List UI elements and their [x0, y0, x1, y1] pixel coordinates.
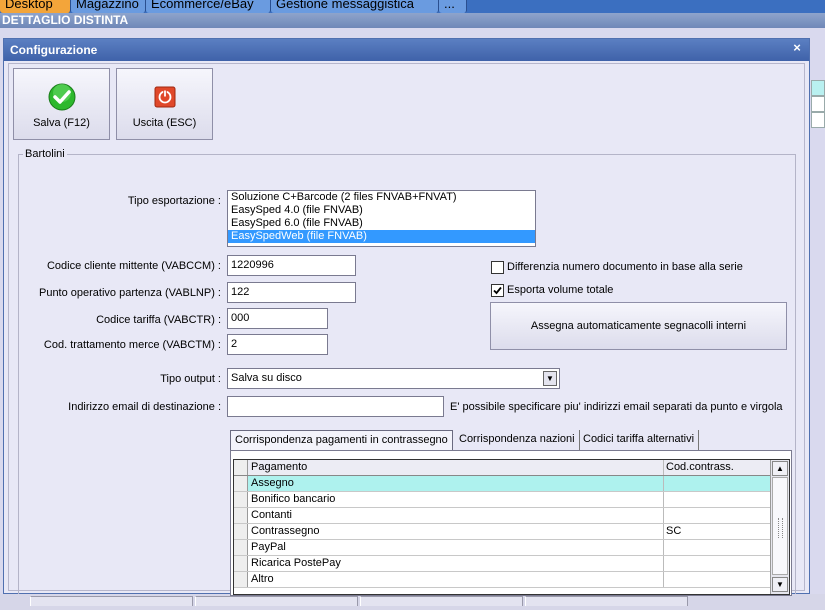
- table-cell[interactable]: [664, 476, 770, 491]
- scroll-up-icon[interactable]: ▲: [772, 461, 788, 476]
- background-cell: [811, 80, 825, 96]
- dialog-title: Configurazione: [10, 43, 98, 57]
- table-row[interactable]: Altro: [234, 572, 770, 588]
- table-cell[interactable]: Contrassegno: [249, 524, 664, 539]
- background-cell: [811, 96, 825, 112]
- table-cell[interactable]: PayPal: [249, 540, 664, 555]
- pagamenti-panel: Pagamento Cod.contrass. Assegno Bonifico…: [230, 450, 792, 596]
- tab-pagamenti-contrassegno[interactable]: Corrispondenza pagamenti in contrassegno: [230, 430, 453, 451]
- list-item[interactable]: Soluzione C+Barcode (2 files FNVAB+FNVAT…: [228, 191, 535, 204]
- table-cell[interactable]: Altro: [249, 572, 664, 587]
- list-item[interactable]: EasySped 6.0 (file FNVAB): [228, 217, 535, 230]
- email-field[interactable]: [227, 396, 444, 417]
- configurazione-dialog: Configurazione × Salva (F12) Uscita (ESC…: [3, 38, 810, 596]
- table-cell[interactable]: Assegno: [249, 476, 664, 491]
- table-cell[interactable]: [664, 508, 770, 523]
- cod-trattamento-field[interactable]: 2: [227, 334, 328, 355]
- assegna-segnacolli-button[interactable]: Assegna automaticamente segnacolli inter…: [490, 302, 787, 350]
- table-row[interactable]: PayPal: [234, 540, 770, 556]
- row-selector[interactable]: [234, 572, 248, 587]
- scroll-down-icon[interactable]: ▼: [772, 577, 788, 592]
- save-button[interactable]: Salva (F12): [13, 68, 110, 140]
- esporta-volume-checkbox[interactable]: [491, 284, 504, 297]
- scroll-thumb[interactable]: [772, 477, 788, 575]
- background-grid-fragment: [811, 80, 825, 128]
- background-footer-cell: [525, 596, 688, 606]
- group-label: Bartolini: [23, 148, 67, 160]
- table-cell[interactable]: Bonifico bancario: [249, 492, 664, 507]
- power-icon: [154, 86, 176, 108]
- codice-cliente-field[interactable]: 1220996: [227, 255, 356, 276]
- table-row[interactable]: Contanti: [234, 508, 770, 524]
- codice-cliente-label: Codice cliente mittente (VABCCM) :: [46, 260, 221, 272]
- differenzia-label: Differenzia numero documento in base all…: [507, 261, 743, 273]
- tab-codici-tariffa[interactable]: Codici tariffa alternativi: [579, 430, 700, 450]
- pagamenti-grid: Pagamento Cod.contrass. Assegno Bonifico…: [233, 459, 790, 595]
- tipo-esportazione-label: Tipo esportazione :: [127, 195, 221, 207]
- email-label: Indirizzo email di destinazione :: [68, 401, 221, 413]
- table-cell[interactable]: SC: [664, 524, 770, 539]
- exit-button[interactable]: Uscita (ESC): [116, 68, 213, 140]
- row-selector[interactable]: [234, 524, 248, 539]
- codice-tariffa-field[interactable]: 000: [227, 308, 328, 329]
- save-button-label: Salva (F12): [33, 117, 90, 129]
- table-cell[interactable]: [664, 556, 770, 571]
- app-tab-desktop[interactable]: Desktop: [0, 0, 71, 13]
- app-tab-more[interactable]: ...: [439, 0, 467, 13]
- tipo-output-value: Salva su disco: [231, 372, 302, 384]
- app-tab-ecommerce[interactable]: Ecommerce/eBay: [146, 0, 271, 13]
- punto-operativo-label: Punto operativo partenza (VABLNP) :: [38, 287, 221, 299]
- table-cell[interactable]: [664, 540, 770, 555]
- dialog-body: Salva (F12) Uscita (ESC) Bartolini Tipo …: [8, 63, 805, 596]
- column-header-cod-contrass[interactable]: Cod.contrass.: [664, 460, 770, 475]
- column-header-pagamento[interactable]: Pagamento: [249, 460, 664, 475]
- table-cell[interactable]: Ricarica PostePay: [249, 556, 664, 571]
- table-row[interactable]: Bonifico bancario: [234, 492, 770, 508]
- table-cell[interactable]: [664, 572, 770, 587]
- app-tab-magazzino[interactable]: Magazzino: [71, 0, 146, 13]
- row-selector[interactable]: [234, 556, 248, 571]
- row-selector: [234, 460, 248, 475]
- punto-operativo-field[interactable]: 122: [227, 282, 356, 303]
- cod-trattamento-label: Cod. trattamento merce (VABCTM) :: [43, 339, 221, 351]
- codice-tariffa-label: Codice tariffa (VABCTR) :: [96, 314, 221, 326]
- section-bar: DETTAGLIO DISTINTA: [0, 13, 825, 28]
- background-footer-cell: [30, 596, 193, 606]
- differenzia-checkbox[interactable]: [491, 261, 504, 274]
- tipo-esportazione-listbox[interactable]: Soluzione C+Barcode (2 files FNVAB+FNVAT…: [227, 190, 536, 247]
- vertical-scrollbar[interactable]: ▲ ▼: [770, 460, 789, 594]
- checkmark-icon: [48, 83, 76, 111]
- row-selector[interactable]: [234, 508, 248, 523]
- background-footer: [0, 594, 825, 610]
- email-hint: E' possibile specificare piu' indirizzi …: [450, 401, 783, 413]
- table-cell[interactable]: [664, 492, 770, 507]
- tipo-output-select[interactable]: Salva su disco ▼: [227, 368, 560, 389]
- table-row[interactable]: Assegno: [234, 476, 770, 492]
- dialog-title-bar: Configurazione ×: [4, 39, 809, 61]
- background-cell: [811, 112, 825, 128]
- list-item[interactable]: EasySped 4.0 (file FNVAB): [228, 204, 535, 217]
- tipo-output-label: Tipo output :: [160, 373, 221, 385]
- chevron-down-icon[interactable]: ▼: [543, 371, 557, 386]
- background-footer-cell: [195, 596, 358, 606]
- list-item-selected[interactable]: EasySpedWeb (file FNVAB): [228, 230, 535, 243]
- grip-icon: [778, 518, 783, 538]
- close-icon[interactable]: ×: [791, 41, 803, 54]
- app-tab-messaggistica[interactable]: Gestione messaggistica: [271, 0, 439, 13]
- table-row[interactable]: Ricarica PostePay: [234, 556, 770, 572]
- esporta-volume-label: Esporta volume totale: [507, 284, 614, 296]
- tab-corrispondenza-nazioni[interactable]: Corrispondenza nazioni: [455, 430, 580, 450]
- row-selector[interactable]: [234, 540, 248, 555]
- app-tab-bar: Desktop Magazzino Ecommerce/eBay Gestion…: [0, 0, 825, 13]
- background-footer-cell: [360, 596, 523, 606]
- checkmark-icon: [493, 286, 502, 295]
- row-selector[interactable]: [234, 492, 248, 507]
- exit-button-label: Uscita (ESC): [132, 117, 197, 129]
- row-selector[interactable]: [234, 476, 248, 491]
- grid-header-row: Pagamento Cod.contrass.: [234, 460, 770, 476]
- table-cell[interactable]: Contanti: [249, 508, 664, 523]
- table-row[interactable]: Contrassegno SC: [234, 524, 770, 540]
